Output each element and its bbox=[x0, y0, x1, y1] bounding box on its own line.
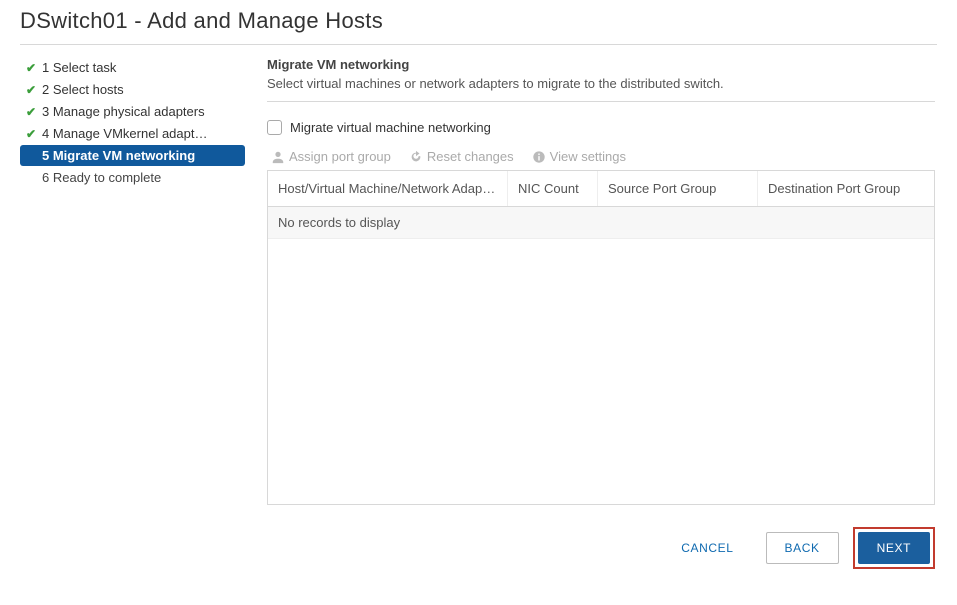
vm-network-table: Host/Virtual Machine/Network Adapter NIC… bbox=[267, 170, 935, 505]
wizard-step-5[interactable]: ✔ 5 Migrate VM networking bbox=[20, 145, 245, 166]
step-label: 6 Ready to complete bbox=[26, 170, 161, 185]
step-label: 2 Select hosts bbox=[42, 82, 124, 97]
section-description: Select virtual machines or network adapt… bbox=[267, 76, 935, 91]
check-icon: ✔ bbox=[26, 149, 42, 163]
toolbar-label: Reset changes bbox=[427, 149, 514, 164]
next-button[interactable]: NEXT bbox=[858, 532, 930, 564]
info-icon bbox=[532, 150, 546, 164]
check-icon: ✔ bbox=[26, 83, 42, 97]
column-header-nic-count[interactable]: NIC Count bbox=[508, 171, 598, 206]
toolbar-label: Assign port group bbox=[289, 149, 391, 164]
migrate-vm-checkbox-row[interactable]: Migrate virtual machine networking bbox=[267, 120, 935, 135]
user-port-icon bbox=[271, 150, 285, 164]
column-header-source-port-group[interactable]: Source Port Group bbox=[598, 171, 758, 206]
wizard-footer: CANCEL BACK NEXT bbox=[20, 527, 937, 569]
reset-icon bbox=[409, 150, 423, 164]
wizard-step-6: 6 Ready to complete bbox=[20, 167, 245, 188]
step-label: 4 Manage VMkernel adapt… bbox=[42, 126, 207, 141]
check-icon: ✔ bbox=[26, 105, 42, 119]
section-header: Migrate VM networking Select virtual mac… bbox=[267, 57, 935, 102]
column-header-host[interactable]: Host/Virtual Machine/Network Adapter bbox=[268, 171, 508, 206]
check-icon: ✔ bbox=[26, 127, 42, 141]
wizard-step-3[interactable]: ✔ 3 Manage physical adapters bbox=[20, 101, 245, 122]
column-header-destination-port-group[interactable]: Destination Port Group bbox=[758, 171, 934, 206]
cancel-button[interactable]: CANCEL bbox=[663, 533, 751, 563]
check-icon: ✔ bbox=[26, 61, 42, 75]
step-label: 3 Manage physical adapters bbox=[42, 104, 205, 119]
toolbar-label: View settings bbox=[550, 149, 626, 164]
back-button[interactable]: BACK bbox=[766, 532, 839, 564]
wizard-content: Migrate VM networking Select virtual mac… bbox=[245, 57, 937, 505]
page-title: DSwitch01 - Add and Manage Hosts bbox=[20, 8, 937, 34]
wizard-steps-sidebar: ✔ 1 Select task ✔ 2 Select hosts ✔ 3 Man… bbox=[20, 57, 245, 505]
wizard-header: DSwitch01 - Add and Manage Hosts bbox=[20, 0, 937, 45]
wizard-step-4[interactable]: ✔ 4 Manage VMkernel adapt… bbox=[20, 123, 245, 144]
view-settings-button: View settings bbox=[532, 149, 626, 164]
table-header-row: Host/Virtual Machine/Network Adapter NIC… bbox=[268, 171, 934, 207]
reset-changes-button: Reset changes bbox=[409, 149, 514, 164]
table-body: No records to display bbox=[268, 207, 934, 504]
next-button-highlight: NEXT bbox=[853, 527, 935, 569]
empty-state-text: No records to display bbox=[268, 207, 934, 239]
step-label: 1 Select task bbox=[42, 60, 116, 75]
table-toolbar: Assign port group Reset changes View set… bbox=[267, 149, 935, 164]
checkbox-label: Migrate virtual machine networking bbox=[290, 120, 491, 135]
wizard-step-1[interactable]: ✔ 1 Select task bbox=[20, 57, 245, 78]
wizard-step-2[interactable]: ✔ 2 Select hosts bbox=[20, 79, 245, 100]
section-title: Migrate VM networking bbox=[267, 57, 935, 72]
step-label: 5 Migrate VM networking bbox=[42, 148, 195, 163]
assign-port-group-button: Assign port group bbox=[271, 149, 391, 164]
checkbox-icon[interactable] bbox=[267, 120, 282, 135]
